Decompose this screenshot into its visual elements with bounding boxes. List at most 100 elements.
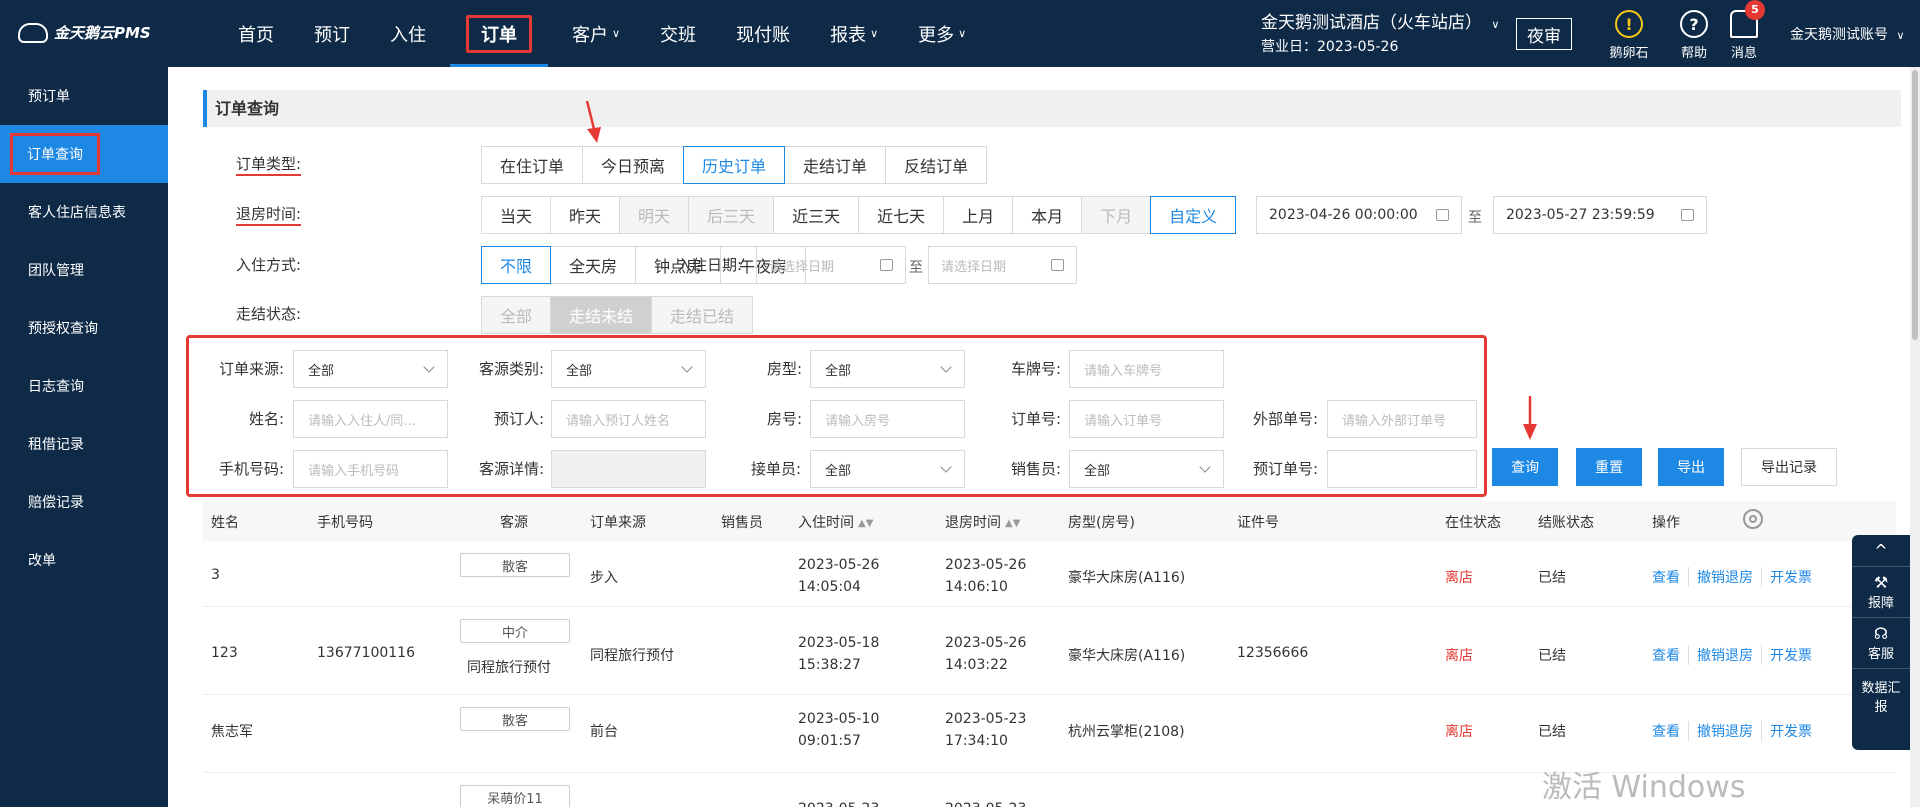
source-tag: 散客 [460, 553, 570, 577]
row-action-link[interactable]: 查看 [1652, 721, 1688, 741]
row-action-link[interactable]: 开发票 [1761, 645, 1820, 665]
nav-item-8[interactable]: 更多 ∨ [898, 0, 986, 67]
hotel-selector[interactable]: 金天鹅测试酒店（火车站店） ∨ 营业日：2023-05-26 [1261, 12, 1499, 58]
plate-input[interactable]: 请输入车牌号 [1069, 350, 1224, 388]
report-issue-button[interactable]: ⚒ 报障 [1852, 567, 1910, 618]
seg-order-type-option[interactable]: 历史订单 [683, 146, 786, 184]
checkin-end-placeholder: 请选择日期 [941, 259, 1007, 275]
seg-order-type-option[interactable]: 今日预离 [582, 146, 685, 184]
logo[interactable]: 金天鹅云PMS [18, 22, 151, 43]
cell-checkout_date: 2023-05-23 [945, 711, 1027, 727]
export-button[interactable]: 导出 [1658, 448, 1724, 486]
booking-no-input[interactable] [1327, 450, 1477, 488]
row-action-link[interactable]: 开发票 [1761, 721, 1820, 741]
cell-checkin_date: 2023-05-26 [798, 557, 880, 573]
row-action-link[interactable]: 查看 [1652, 567, 1688, 587]
checkin-end-date[interactable]: 请选择日期 [928, 246, 1077, 284]
nav-item-5[interactable]: 交班 [640, 0, 716, 67]
col-checkin[interactable]: 入住时间 ▲▼ [798, 512, 873, 532]
night-audit-button[interactable]: 夜审 [1516, 18, 1572, 50]
red-arrow-annotation [1523, 396, 1537, 440]
order-source-select[interactable]: 全部 [293, 350, 448, 388]
col-checkout[interactable]: 退房时间 ▲▼ [945, 512, 1020, 532]
seg-mode-option[interactable]: 不限 [481, 246, 552, 284]
name-input[interactable]: 请输入入住人/同... [293, 400, 448, 438]
reset-button[interactable]: 重置 [1576, 448, 1642, 486]
seg-checkout-option[interactable]: 近七天 [858, 196, 945, 234]
receiver-select[interactable]: 全部 [810, 450, 965, 488]
sidebar-item-5[interactable]: 日志查询 [0, 357, 168, 415]
seg-order-type-option[interactable]: 反结订单 [885, 146, 988, 184]
scroll-up-button[interactable]: ^ [1852, 535, 1910, 567]
seg-order-type-option[interactable]: 走结订单 [784, 146, 887, 184]
cell-checkin_date: 2023-05-18 [798, 635, 880, 651]
sidebar-item-6[interactable]: 租借记录 [0, 415, 168, 473]
seg-checkout-option[interactable]: 近三天 [773, 196, 860, 234]
order-source-value: 全部 [308, 363, 335, 379]
nav-item-0[interactable]: 首页 [218, 0, 294, 67]
checkin-start-placeholder: 请选择日期 [769, 259, 835, 275]
phone-input[interactable]: 请输入手机号码 [293, 450, 448, 488]
row-action-link[interactable]: 撤销退房 [1688, 645, 1761, 665]
row-action-link[interactable]: 查看 [1652, 645, 1688, 665]
gear-icon[interactable] [1743, 509, 1763, 529]
pebble-tool[interactable]: ! 鹅卵石 [1604, 10, 1654, 61]
cell-settle: 已结 [1538, 648, 1566, 664]
checkout-start-date[interactable]: 2023-04-26 00:00:00 [1256, 196, 1462, 234]
seg-checkout-option[interactable]: 昨天 [550, 196, 621, 234]
nav-item-6[interactable]: 现付账 [716, 0, 810, 67]
sort-icon: ▲▼ [858, 517, 874, 529]
room-no-label: 房号: [767, 410, 803, 428]
help-tool[interactable]: ? 帮助 [1669, 10, 1719, 61]
calendar-icon [1436, 209, 1449, 221]
seg-checkout-option[interactable]: 本月 [1012, 196, 1083, 234]
seg-checkout-option[interactable]: 当天 [481, 196, 552, 234]
account-menu[interactable]: 金天鹅测试账号 ∨ [1790, 24, 1905, 44]
nav-item-1[interactable]: 预订 [294, 0, 370, 67]
export-log-button[interactable]: 导出记录 [1741, 448, 1837, 486]
source-sub: 同程旅行预付 [467, 660, 551, 676]
seg-mode-option[interactable]: 全天房 [550, 246, 637, 284]
nav-item-2[interactable]: 入住 [370, 0, 446, 67]
query-button[interactable]: 查询 [1492, 448, 1558, 486]
headset-icon: ☊ [1873, 624, 1889, 643]
sidebar-item-7[interactable]: 赔偿记录 [0, 473, 168, 531]
sidebar-item-2[interactable]: 客人住店信息表 [0, 183, 168, 241]
row-action-link[interactable]: 撤销退房 [1688, 567, 1761, 587]
row-action-link[interactable]: 开发票 [1761, 567, 1820, 587]
col-name: 姓名 [211, 515, 239, 531]
sidebar-item-3[interactable]: 团队管理 [0, 241, 168, 299]
seg-order-type-option[interactable]: 在住订单 [481, 146, 584, 184]
sidebar-item-0[interactable]: 预订单 [0, 67, 168, 125]
seg-checkout-option[interactable]: 上月 [943, 196, 1014, 234]
checkin-start-date[interactable]: 请选择日期 [756, 246, 906, 284]
seller-label: 销售员: [1011, 460, 1062, 478]
sidebar: 预订单 订单查询 客人住店信息表 团队管理 预授权查询 日志查询租借记录赔偿记录 改单 [0, 67, 168, 807]
sidebar-item-1[interactable]: 订单查询 [0, 125, 168, 183]
sidebar-item-4[interactable]: 预授权查询 [0, 299, 168, 357]
room-type-select[interactable]: 全部 [810, 350, 965, 388]
room-no-input[interactable]: 请输入房号 [810, 400, 965, 438]
nav-item-3[interactable]: 订单 [446, 0, 552, 67]
nav-item-label: 订单 [466, 14, 532, 53]
order-no-input[interactable]: 请输入订单号 [1069, 400, 1224, 438]
guest-type-select[interactable]: 全部 [551, 350, 706, 388]
row-action-link[interactable]: 撤销退房 [1688, 721, 1761, 741]
guest-type-label: 客源类别: [479, 360, 545, 378]
booker-input[interactable]: 请输入预订人姓名 [551, 400, 706, 438]
message-tool[interactable]: 5 消息 [1719, 0, 1769, 61]
order-type-segment: 在住订单 今日预离 历史订单 走结订单 反结订单 [481, 146, 988, 184]
seg-settle-option[interactable]: 走结未结 [550, 296, 653, 334]
source-detail-input [551, 450, 706, 488]
scrollbar-thumb[interactable] [1912, 70, 1918, 340]
seg-checkout-option[interactable]: 自定义 [1150, 196, 1237, 234]
checkout-end-date[interactable]: 2023-05-27 23:59:59 [1493, 196, 1707, 234]
sidebar-item-label: 租借记录 [28, 437, 84, 453]
support-button[interactable]: ☊ 客服 [1852, 618, 1910, 669]
seller-select[interactable]: 全部 [1069, 450, 1224, 488]
sidebar-item-8[interactable]: 改单 [0, 531, 168, 589]
nav-item-4[interactable]: 客户 ∨ [552, 0, 640, 67]
external-no-input[interactable]: 请输入外部订单号 [1327, 400, 1477, 438]
data-report-button[interactable]: 数据汇报 [1852, 669, 1910, 723]
nav-item-7[interactable]: 报表 ∨ [810, 0, 898, 67]
